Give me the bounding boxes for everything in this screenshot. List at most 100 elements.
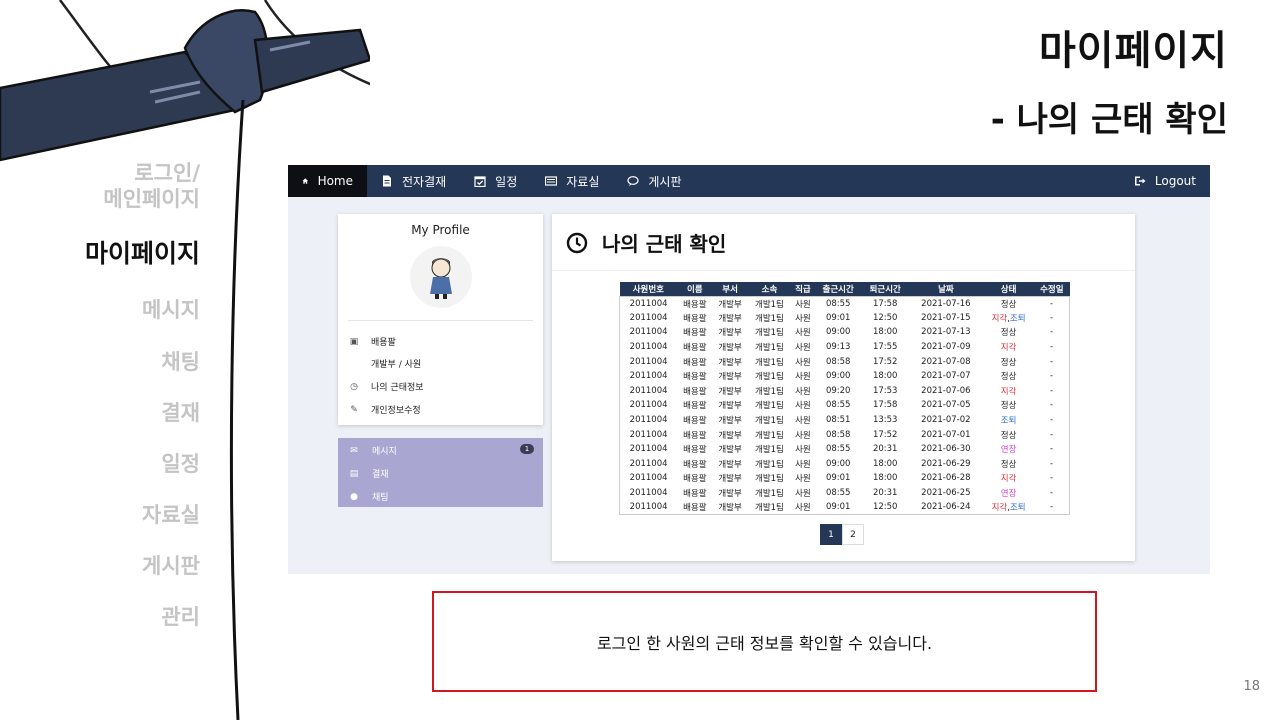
table-cell: 개발부 bbox=[718, 430, 742, 441]
column-header: 소속 bbox=[747, 282, 792, 296]
table-cell: 개발1팀 bbox=[755, 372, 784, 383]
table-cell: 배용팔 bbox=[683, 357, 707, 368]
table-cell: 2021-07-09 bbox=[921, 342, 971, 353]
table-cell: 배용팔 bbox=[683, 459, 707, 470]
table-cell: 2011004 bbox=[629, 400, 668, 411]
outline-item-login: 로그인/ 메인페이지 bbox=[103, 161, 200, 211]
table-row: 2011004 배용팔 개발부 개발1팀 사원 09:01 12:50 2021-07-15 지… bbox=[620, 311, 1070, 326]
table-cell: 개발1팀 bbox=[755, 343, 784, 354]
table-cell: 2021-07-06 bbox=[921, 385, 971, 396]
table-cell: 배용팔 bbox=[683, 343, 707, 354]
table-cell: 사원 bbox=[795, 343, 811, 354]
logout-button[interactable]: Logout bbox=[1120, 165, 1210, 197]
column-header: 출근시간 bbox=[814, 282, 862, 296]
table-cell: 개발부 bbox=[718, 459, 742, 470]
table-cell: 사원 bbox=[795, 299, 811, 310]
table-cell: 17:58 bbox=[872, 298, 898, 309]
table-cell: 사원 bbox=[795, 416, 811, 427]
table-cell: 18:00 bbox=[872, 327, 898, 338]
attendance-title: 나의 근태 확인 bbox=[566, 228, 726, 257]
outline-item-approval: 결재 bbox=[161, 401, 200, 425]
table-cell: 개발1팀 bbox=[755, 445, 784, 456]
side-menu-message[interactable]: ✉ 메시지 bbox=[348, 444, 397, 458]
table-cell: 2011004 bbox=[629, 342, 668, 353]
list-icon bbox=[545, 176, 558, 186]
table-cell: 개발부 bbox=[718, 299, 742, 310]
table-cell: 개발1팀 bbox=[755, 386, 784, 397]
table-cell: 2021-07-13 bbox=[921, 327, 971, 338]
table-cell: 배용팔 bbox=[683, 430, 707, 441]
table-row: 2011004 배용팔 개발부 개발1팀 사원 08:55 17:58 2021-07-05 정… bbox=[620, 398, 1070, 413]
table-cell: 2011004 bbox=[629, 473, 668, 484]
table-cell: 2011004 bbox=[629, 327, 668, 338]
tab-board[interactable]: 게시판 bbox=[613, 165, 695, 197]
table-cell: 2011004 bbox=[629, 371, 668, 382]
table-cell: 2011004 bbox=[629, 385, 668, 396]
table-cell: 개발부 bbox=[718, 401, 742, 412]
table-cell: 2011004 bbox=[629, 356, 668, 367]
table-cell: 09:00 bbox=[825, 371, 851, 382]
table-cell: 2011004 bbox=[629, 298, 668, 309]
table-cell: 배용팔 bbox=[683, 328, 707, 339]
table-cell: 2021-07-01 bbox=[921, 429, 971, 440]
table-cell: - bbox=[1050, 458, 1054, 469]
table-cell: 개발1팀 bbox=[755, 328, 784, 339]
table-row: 2011004 배용팔 개발부 개발1팀 사원 09:00 18:00 2021-07-07 정… bbox=[620, 369, 1070, 384]
table-cell: 2021-07-15 bbox=[921, 312, 971, 323]
status-cell: 정상 bbox=[1000, 328, 1017, 339]
table-cell: 09:01 bbox=[825, 502, 851, 513]
page-button-2[interactable]: 2 bbox=[842, 524, 864, 545]
envelope-icon: ✉ bbox=[350, 445, 358, 456]
table-cell: 개발1팀 bbox=[755, 459, 784, 470]
tab-archive[interactable]: 자료실 bbox=[531, 165, 613, 197]
table-cell: 개발1팀 bbox=[755, 416, 784, 427]
table-cell: 2011004 bbox=[629, 429, 668, 440]
status-cell: 연장 bbox=[1000, 445, 1017, 456]
page-button-1[interactable]: 1 bbox=[820, 524, 842, 545]
profile-title: My Profile bbox=[411, 223, 470, 237]
top-navbar: Home 전자결재 일정 자료실 게시판 Logout bbox=[288, 165, 1210, 197]
table-cell: 18:00 bbox=[872, 458, 898, 469]
attendance-info-link[interactable]: ◷ 나의 근태정보 bbox=[348, 380, 423, 394]
table-row: 2011004 배용팔 개발부 개발1팀 사원 08:51 13:53 2021-07-02 조… bbox=[620, 413, 1070, 428]
table-cell: 사원 bbox=[795, 357, 811, 368]
status-cell: 연장 bbox=[1000, 489, 1017, 500]
message-count-badge: 1 bbox=[520, 444, 534, 454]
table-row: 2011004 배용팔 개발부 개발1팀 사원 09:01 18:00 2021-06-28 지… bbox=[620, 471, 1070, 486]
attendance-table: 사원번호 이름 부서 소속 직급 출근시간 퇴근시간 날짜 상태 수정일 2011004 배용팔 개발… bbox=[619, 282, 1070, 515]
table-cell: 17:55 bbox=[872, 342, 898, 353]
table-cell: 사원 bbox=[795, 328, 811, 339]
table-cell: 2021-06-24 bbox=[921, 502, 971, 513]
column-header: 수정일 bbox=[1034, 282, 1070, 296]
slide-subtitle: - 나의 근태 확인 bbox=[990, 100, 1228, 140]
tab-approval[interactable]: 전자결재 bbox=[367, 165, 460, 197]
outline-item-admin: 관리 bbox=[161, 605, 200, 629]
table-cell: 08:58 bbox=[825, 356, 851, 367]
slide-caption: 로그인 한 사원의 근태 정보를 확인할 수 있습니다. bbox=[432, 591, 1097, 692]
table-row: 2011004 배용팔 개발부 개발1팀 사원 08:55 17:58 2021-07-16 정… bbox=[620, 296, 1070, 311]
table-row: 2011004 배용팔 개발부 개발1팀 사원 08:55 20:31 2021-06-25 연… bbox=[620, 486, 1070, 501]
table-cell: - bbox=[1050, 342, 1054, 353]
table-cell: 개발1팀 bbox=[755, 357, 784, 368]
table-cell: 배용팔 bbox=[683, 503, 707, 514]
side-menu-approval[interactable]: ▤ 결재 bbox=[348, 467, 389, 481]
table-cell: 17:52 bbox=[872, 356, 898, 367]
tab-home[interactable]: Home bbox=[288, 165, 367, 197]
table-cell: 사원 bbox=[795, 313, 811, 324]
column-header: 직급 bbox=[791, 282, 815, 296]
table-cell: 배용팔 bbox=[683, 445, 707, 456]
pencil-icon: ✎ bbox=[350, 404, 358, 415]
profile-card: My Profile ▣ 배용팔 개발부 / 사원 ◷ 나의 근태정보 ✎ 개인… bbox=[338, 214, 543, 425]
table-cell: 08:55 bbox=[825, 298, 851, 309]
side-menu-chat[interactable]: ● 채팅 bbox=[348, 490, 389, 504]
table-cell: 사원 bbox=[795, 386, 811, 397]
table-cell: 사원 bbox=[795, 401, 811, 412]
edit-profile-link[interactable]: ✎ 개인정보수정 bbox=[348, 403, 420, 417]
table-cell: - bbox=[1050, 488, 1054, 499]
table-cell: - bbox=[1050, 400, 1054, 411]
tab-schedule[interactable]: 일정 bbox=[460, 165, 531, 197]
table-cell: 사원 bbox=[795, 503, 811, 514]
table-cell: - bbox=[1050, 444, 1054, 455]
table-cell: 사원 bbox=[795, 474, 811, 485]
table-cell: 개발1팀 bbox=[755, 489, 784, 500]
